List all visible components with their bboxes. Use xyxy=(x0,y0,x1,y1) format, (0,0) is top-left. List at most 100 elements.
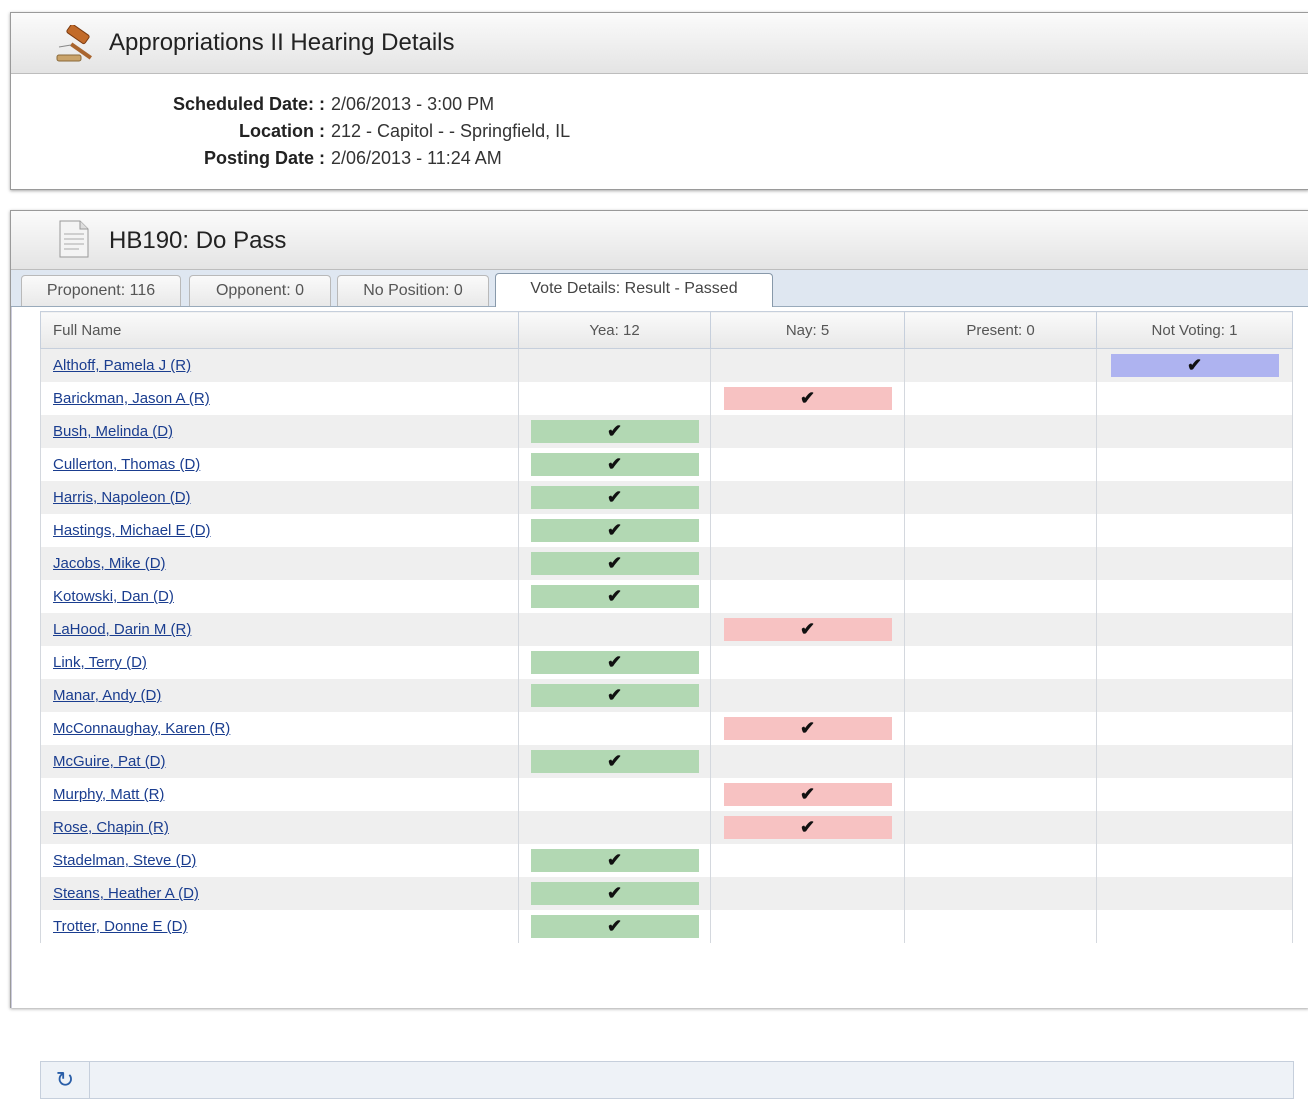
member-name-cell: Trotter, Donne E (D) xyxy=(40,910,519,943)
vote-cell xyxy=(518,348,711,382)
vote-cell xyxy=(518,613,711,646)
member-link[interactable]: Kotowski, Dan (D) xyxy=(53,588,174,605)
table-row: Kotowski, Dan (D) ✔ xyxy=(40,580,1293,613)
vote-cell: ✔ xyxy=(518,580,711,613)
column-header-full-name[interactable]: Full Name xyxy=(40,311,519,349)
vote-cell xyxy=(904,580,1097,613)
checkmark-icon: ✔ xyxy=(723,717,892,740)
member-link[interactable]: Althoff, Pamela J (R) xyxy=(53,357,191,374)
checkmark-icon: ✔ xyxy=(530,585,699,608)
hearing-header: Appropriations II Hearing Details xyxy=(11,13,1308,74)
vote-cell xyxy=(710,514,905,547)
vote-table: Full Name Yea: 12 Nay: 5 Present: 0 Not … xyxy=(40,311,1293,943)
vote-cell xyxy=(1096,382,1293,415)
checkmark-icon: ✔ xyxy=(530,486,699,509)
detail-label: Scheduled Date: : xyxy=(172,94,325,114)
vote-cell xyxy=(904,712,1097,745)
bill-header: HB190: Do Pass xyxy=(11,211,1308,270)
member-link[interactable]: Barickman, Jason A (R) xyxy=(53,390,210,407)
tab-vote-details[interactable]: Vote Details: Result - Passed xyxy=(495,273,773,307)
refresh-icon[interactable]: ↻ xyxy=(41,1062,90,1098)
vote-cell xyxy=(1096,481,1293,514)
hearing-details-list: Scheduled Date: : 2/06/2013 - 3:00 PM Lo… xyxy=(11,91,651,172)
vote-cell: ✔ xyxy=(710,382,905,415)
vote-cell xyxy=(904,844,1097,877)
member-link[interactable]: Trotter, Donne E (D) xyxy=(53,918,188,935)
vote-cell xyxy=(1096,811,1293,844)
vote-cell xyxy=(1096,613,1293,646)
member-link[interactable]: LaHood, Darin M (R) xyxy=(53,621,191,638)
hearing-details-panel: Appropriations II Hearing Details Schedu… xyxy=(10,12,1308,190)
table-row: LaHood, Darin M (R) ✔ xyxy=(40,613,1293,646)
column-header-present[interactable]: Present: 0 xyxy=(904,311,1097,349)
vote-cell xyxy=(518,811,711,844)
column-header-nay[interactable]: Nay: 5 xyxy=(710,311,905,349)
vote-cell xyxy=(710,910,905,943)
member-name-cell: Stadelman, Steve (D) xyxy=(40,844,519,877)
vote-cell: ✔ xyxy=(710,613,905,646)
member-name-cell: Manar, Andy (D) xyxy=(40,679,519,712)
table-row: Althoff, Pamela J (R) ✔ xyxy=(40,348,1293,382)
tab-proponent[interactable]: Proponent: 116 xyxy=(21,275,181,306)
bill-panel: HB190: Do Pass Proponent: 116 Opponent: … xyxy=(10,210,1308,1099)
scheduled-date-row: Scheduled Date: : 2/06/2013 - 3:00 PM xyxy=(11,91,651,118)
table-row: McConnaughay, Karen (R) ✔ xyxy=(40,712,1293,745)
member-link[interactable]: Stadelman, Steve (D) xyxy=(53,852,196,869)
vote-cell xyxy=(1096,547,1293,580)
member-link[interactable]: Harris, Napoleon (D) xyxy=(53,489,191,506)
member-link[interactable]: McConnaughay, Karen (R) xyxy=(53,720,230,737)
vote-cell xyxy=(904,910,1097,943)
vote-cell xyxy=(904,448,1097,481)
vote-cell: ✔ xyxy=(518,844,711,877)
vote-cell xyxy=(904,415,1097,448)
vote-cell xyxy=(710,415,905,448)
vote-cell xyxy=(710,877,905,910)
vote-cell xyxy=(1096,514,1293,547)
tab-opponent[interactable]: Opponent: 0 xyxy=(189,275,331,306)
member-link[interactable]: Steans, Heather A (D) xyxy=(53,885,199,902)
checkmark-icon: ✔ xyxy=(530,849,699,872)
gavel-icon xyxy=(56,25,92,62)
vote-cell: ✔ xyxy=(518,646,711,679)
vote-cell xyxy=(710,844,905,877)
checkmark-icon: ✔ xyxy=(530,915,699,938)
checkmark-icon: ✔ xyxy=(723,618,892,641)
table-row: Manar, Andy (D) ✔ xyxy=(40,679,1293,712)
member-name-cell: Hastings, Michael E (D) xyxy=(40,514,519,547)
member-link[interactable]: McGuire, Pat (D) xyxy=(53,753,166,770)
vote-cell xyxy=(710,547,905,580)
checkmark-icon: ✔ xyxy=(723,783,892,806)
member-link[interactable]: Hastings, Michael E (D) xyxy=(53,522,211,539)
table-row: Link, Terry (D) ✔ xyxy=(40,646,1293,679)
table-row: Steans, Heather A (D) ✔ xyxy=(40,877,1293,910)
table-row: Murphy, Matt (R) ✔ xyxy=(40,778,1293,811)
tab-no-position[interactable]: No Position: 0 xyxy=(337,275,489,306)
checkmark-icon: ✔ xyxy=(530,651,699,674)
vote-cell xyxy=(1096,877,1293,910)
member-link[interactable]: Bush, Melinda (D) xyxy=(53,423,173,440)
vote-cell: ✔ xyxy=(710,712,905,745)
checkmark-icon: ✔ xyxy=(530,519,699,542)
member-link[interactable]: Cullerton, Thomas (D) xyxy=(53,456,200,473)
member-link[interactable]: Link, Terry (D) xyxy=(53,654,147,671)
member-link[interactable]: Jacobs, Mike (D) xyxy=(53,555,166,572)
vote-cell: ✔ xyxy=(518,481,711,514)
vote-cell xyxy=(1096,844,1293,877)
detail-label: Location : xyxy=(239,121,325,141)
bill-title: HB190: Do Pass xyxy=(109,227,287,254)
checkmark-icon: ✔ xyxy=(530,882,699,905)
vote-cell: ✔ xyxy=(710,778,905,811)
table-row: Rose, Chapin (R) ✔ xyxy=(40,811,1293,844)
table-row: Hastings, Michael E (D) ✔ xyxy=(40,514,1293,547)
member-link[interactable]: Rose, Chapin (R) xyxy=(53,819,169,836)
detail-label: Posting Date : xyxy=(203,148,325,168)
column-header-yea[interactable]: Yea: 12 xyxy=(518,311,711,349)
column-header-not-voting[interactable]: Not Voting: 1 xyxy=(1096,311,1293,349)
member-link[interactable]: Manar, Andy (D) xyxy=(53,687,161,704)
vote-cell xyxy=(710,679,905,712)
vote-grid-container: Full Name Yea: 12 Nay: 5 Present: 0 Not … xyxy=(11,307,1308,1099)
member-link[interactable]: Murphy, Matt (R) xyxy=(53,786,164,803)
vote-cell xyxy=(904,481,1097,514)
member-name-cell: McGuire, Pat (D) xyxy=(40,745,519,778)
member-name-cell: Steans, Heather A (D) xyxy=(40,877,519,910)
